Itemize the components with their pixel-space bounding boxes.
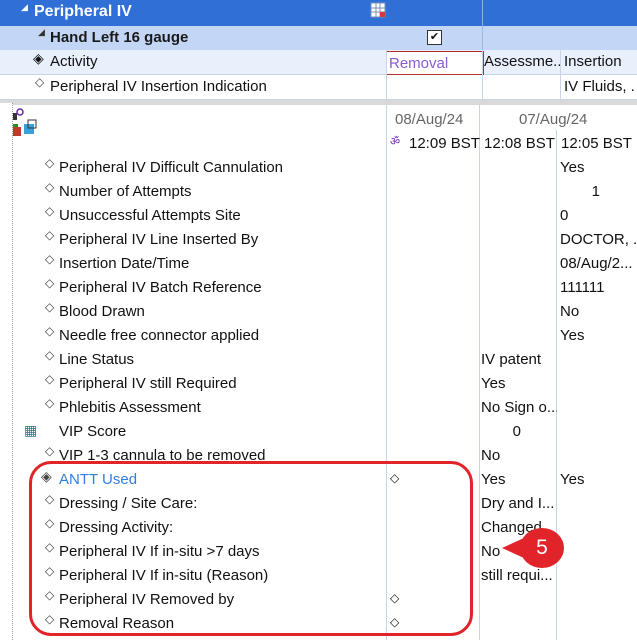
device-header[interactable]: ◢ Hand Left 16 gauge ✔ — [0, 26, 637, 51]
row-cell-c3[interactable]: 08/Aug/2... — [560, 255, 637, 272]
indication-col3[interactable]: IV Fluids, . — [564, 78, 637, 95]
person-icon: ॐ — [390, 136, 401, 148]
indication-row[interactable]: ◇ Peripheral IV Insertion Indication IV … — [0, 75, 637, 100]
section-title: Peripheral IV — [34, 3, 132, 20]
row-label: Peripheral IV Difficult Cannulation — [59, 159, 284, 176]
time-header-2[interactable]: 12:08 BST — [484, 135, 555, 152]
activity-value: Removal — [389, 55, 449, 72]
date-header-1: 08/Aug/24 — [395, 111, 464, 128]
row-label: Unsuccessful Attempts Site — [59, 207, 241, 224]
diamond-icon: ◇ — [45, 204, 55, 218]
grid-settings-icon[interactable] — [370, 2, 386, 18]
row-cell-c2[interactable]: 0 — [481, 423, 521, 440]
section-header[interactable]: ◢ Peripheral IV — [0, 0, 637, 26]
column-divider — [482, 50, 483, 100]
diamond-icon: ◇ — [45, 228, 55, 242]
table-row[interactable]: ◇ Blood Drawn No — [0, 300, 637, 324]
diamond-icon: ◇ — [45, 396, 55, 410]
row-cell-c2[interactable]: Yes — [481, 375, 557, 392]
row-cell-c2[interactable]: No Sign o... — [481, 399, 557, 416]
row-cell-c2[interactable]: No — [481, 447, 557, 464]
row-cell-c3[interactable]: Yes — [560, 327, 637, 344]
column-divider — [386, 50, 387, 100]
collapse-triangle-icon[interactable]: ◢ — [38, 27, 45, 38]
column-divider — [560, 50, 561, 100]
calculator-icon: ▦ — [24, 422, 38, 438]
toolbar-icons[interactable] — [7, 107, 67, 141]
row-cell-c3[interactable]: DOCTOR, ... — [560, 231, 637, 248]
table-row[interactable]: ◇ Insertion Date/Time 08/Aug/2... — [0, 252, 637, 276]
device-title: Hand Left 16 gauge — [50, 29, 189, 46]
required-diamond-icon: ◈ — [33, 50, 44, 66]
diamond-icon: ◇ — [45, 156, 55, 170]
table-row[interactable]: ◇ Phlebitis Assessment No Sign o... — [0, 396, 637, 420]
date-header-2: 07/Aug/24 — [519, 111, 588, 128]
row-label: Line Status — [59, 351, 135, 368]
column-divider — [482, 0, 483, 26]
row-label: Needle free connector applied — [59, 327, 260, 344]
time-header-1[interactable]: 12:09 BST — [409, 135, 480, 152]
select-checkbox[interactable]: ✔ — [427, 30, 442, 45]
row-label: Peripheral IV Batch Reference — [59, 279, 262, 296]
table-row[interactable]: ◇ Needle free connector applied Yes — [0, 324, 637, 348]
table-row[interactable]: ◇ Peripheral IV still Required Yes — [0, 372, 637, 396]
row-cell-c2[interactable]: still requi... — [481, 567, 557, 584]
row-cell-c3[interactable]: Yes — [560, 159, 637, 176]
time-header-3[interactable]: 12:05 BST — [561, 135, 632, 152]
indication-label: Peripheral IV Insertion Indication — [50, 78, 267, 95]
row-cell-c3[interactable]: 0 — [560, 207, 637, 224]
activity-col2[interactable]: Assessme... — [484, 53, 560, 70]
row-cell-c3[interactable]: 111111 — [560, 279, 637, 296]
diamond-icon: ◇ — [45, 276, 55, 290]
diamond-icon: ◇ — [45, 348, 55, 362]
table-row[interactable]: ◇ Number of Attempts 1 — [0, 180, 637, 204]
row-cell-c3[interactable]: Yes — [560, 471, 637, 488]
section-divider — [0, 100, 637, 105]
table-row[interactable]: ◇ Peripheral IV Line Inserted By DOCTOR, .… — [0, 228, 637, 252]
row-label: Number of Attempts — [59, 183, 192, 200]
activity-row[interactable]: ◈ Activity Assessme... Insertion — [0, 50, 637, 75]
row-cell-c2[interactable]: Dry and I... — [481, 495, 557, 512]
table-row[interactable]: ◇ Peripheral IV Difficult Cannulation Yes — [0, 156, 637, 180]
row-cell-c3[interactable]: No — [560, 303, 637, 320]
table-row[interactable]: ◇ Unsuccessful Attempts Site 0 — [0, 204, 637, 228]
row-label: Blood Drawn — [59, 303, 145, 320]
column-divider — [482, 26, 483, 50]
row-cell-c3[interactable]: 1 — [560, 183, 600, 200]
callout-badge: 5 — [520, 528, 564, 568]
row-label: Peripheral IV Line Inserted By — [59, 231, 259, 248]
table-row[interactable]: ◇ Peripheral IV Batch Reference 111111 — [0, 276, 637, 300]
row-label: Peripheral IV still Required — [59, 375, 237, 392]
row-label: Insertion Date/Time — [59, 255, 190, 272]
activity-label: Activity — [50, 53, 98, 70]
row-cell-c2[interactable]: IV patent — [481, 351, 557, 368]
activity-col3[interactable]: Insertion — [564, 53, 622, 70]
diamond-icon: ◇ — [45, 324, 55, 338]
diamond-icon: ◇ — [35, 75, 45, 89]
row-label: Phlebitis Assessment — [59, 399, 201, 416]
table-row[interactable]: ◇ Line Status IV patent — [0, 348, 637, 372]
row-label: VIP Score — [59, 423, 127, 440]
diamond-icon: ◇ — [45, 372, 55, 386]
activity-value-cell[interactable]: Removal — [386, 51, 484, 75]
diamond-icon: ◇ — [45, 300, 55, 314]
table-row[interactable]: ▦ VIP Score 0 — [0, 420, 637, 444]
highlight-ellipse — [29, 461, 473, 636]
diamond-icon: ◇ — [45, 252, 55, 266]
row-cell-c2[interactable]: Yes — [481, 471, 557, 488]
diamond-icon: ◇ — [45, 180, 55, 194]
collapse-triangle-icon[interactable]: ◢ — [21, 2, 28, 13]
diamond-icon: ◇ — [45, 444, 55, 458]
